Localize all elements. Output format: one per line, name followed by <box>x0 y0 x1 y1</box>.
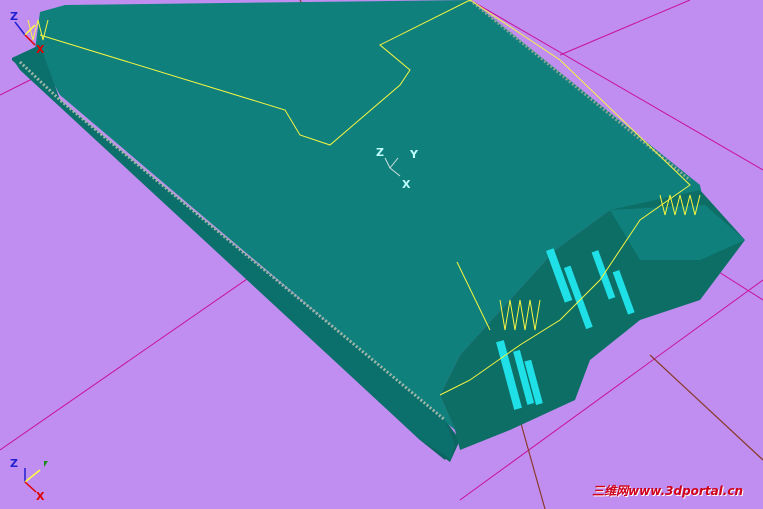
axis-label-z: Z <box>376 146 384 159</box>
site-watermark: 三维网www.3dportal.cn <box>592 484 743 498</box>
axis-triad-origin: Z X <box>10 457 48 503</box>
axis-label-x: X <box>36 43 45 56</box>
axis-label-x: X <box>402 178 411 191</box>
axis-label-x: X <box>36 490 45 503</box>
axis-label-z: Z <box>10 10 18 23</box>
axis-label-z: Z <box>10 457 18 470</box>
cad-3d-viewport[interactable]: Z X Z Y X Z X <box>0 0 763 509</box>
axis-label-y: Y <box>409 148 419 161</box>
